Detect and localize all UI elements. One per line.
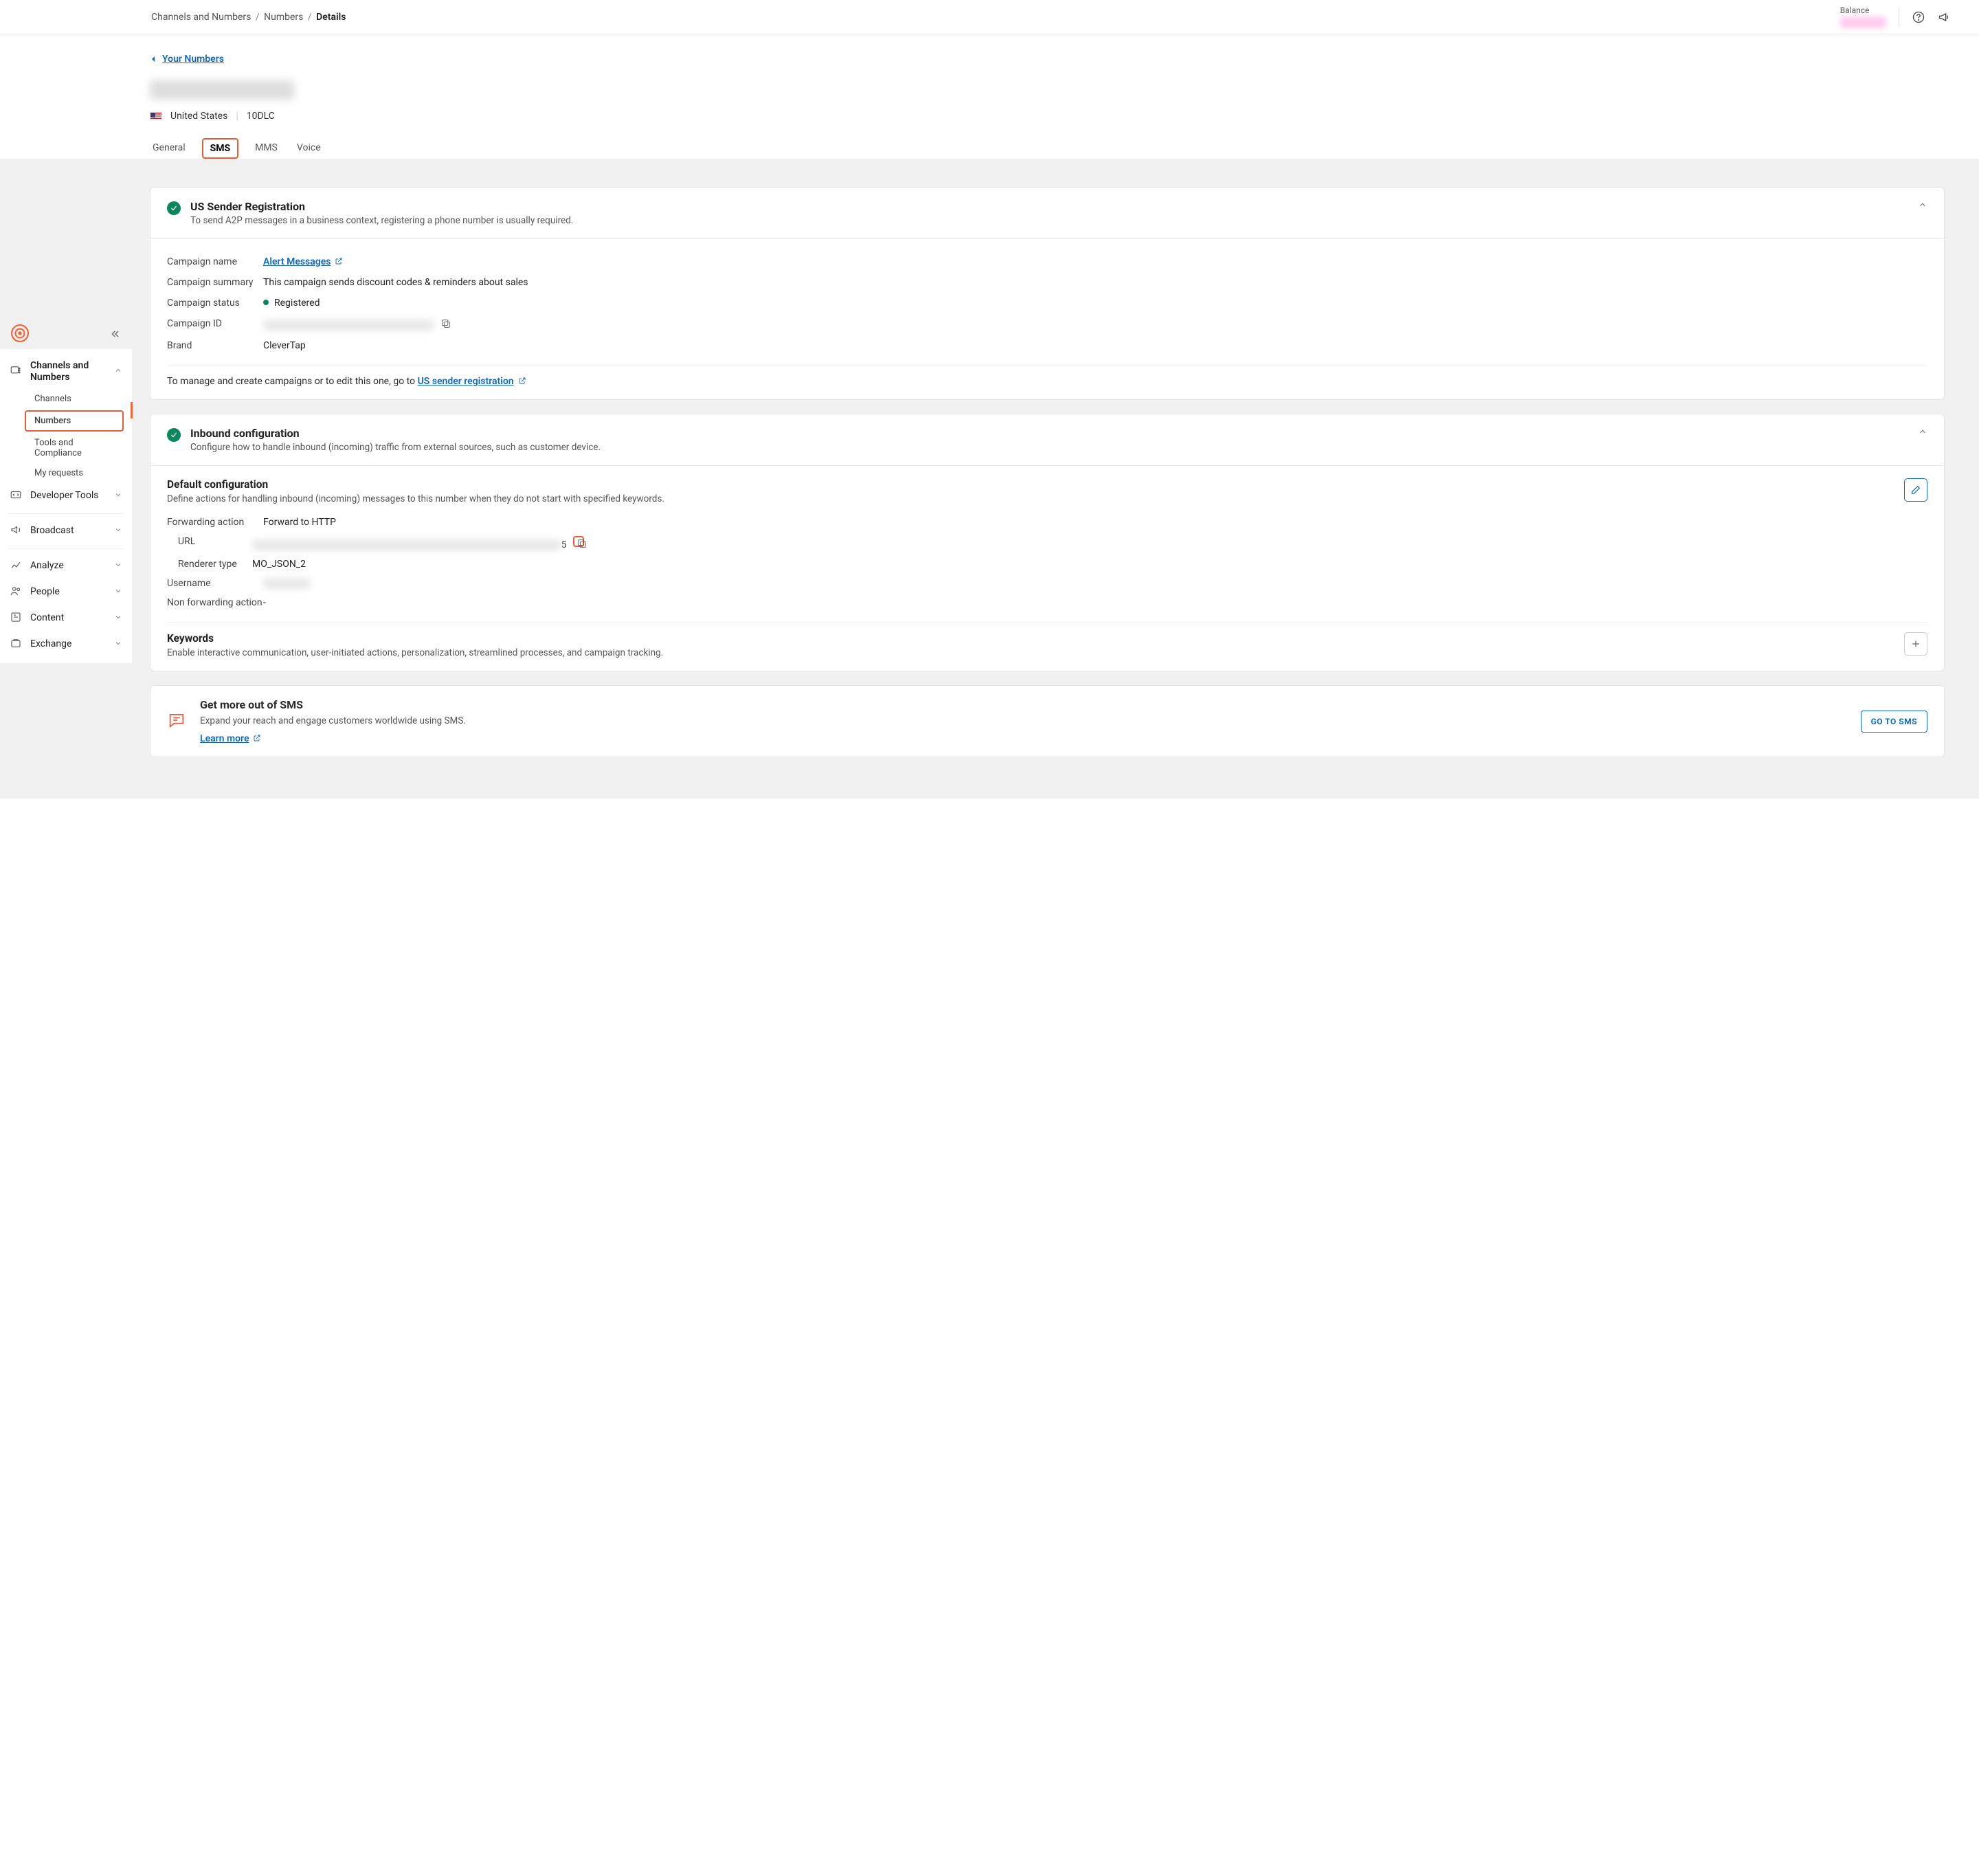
url-label: URL	[167, 536, 252, 550]
campaign-id-value: xxxxxxxxxxxxxxxxxxxxxxxxxxxxxxxxxx	[263, 320, 434, 331]
brand-label: Brand	[167, 340, 263, 351]
renderer-label: Renderer type	[167, 559, 252, 570]
breadcrumb: Channels and Numbers / Numbers / Details	[151, 12, 346, 23]
chevron-down-icon	[114, 526, 122, 537]
sidebar-item-label: Broadcast	[30, 525, 74, 537]
balance-widget: Balance xxxxx	[1840, 5, 1886, 28]
back-to-numbers-link[interactable]: Your Numbers	[150, 54, 224, 65]
external-link-icon	[253, 734, 261, 742]
tab-mms[interactable]: MMS	[252, 138, 280, 159]
nonfwd-value: -	[263, 597, 266, 608]
nonfwd-label: Non forwarding action	[167, 597, 263, 608]
country-label: United States	[170, 111, 227, 122]
sidebar-item-developer[interactable]: Developer Tools	[0, 483, 132, 509]
forwarding-value: Forward to HTTP	[263, 517, 336, 528]
learn-more-link[interactable]: Learn more	[200, 733, 249, 744]
us-flag-icon	[150, 112, 162, 120]
inbound-title: Inbound configuration	[190, 427, 601, 440]
tab-voice[interactable]: Voice	[294, 138, 324, 159]
url-value: xxxxxxxxxxxxxxxxxxxxxxxxxxxxxxxxxxxxxxxx…	[252, 539, 561, 550]
add-keyword-button[interactable]	[1904, 632, 1927, 656]
sidebar-sub-tools[interactable]: Tools and Compliance	[0, 433, 132, 463]
phone-number-title	[150, 80, 294, 100]
default-config-subtitle: Define actions for handling inbound (inc…	[167, 493, 664, 504]
sidebar-item-content[interactable]: Content	[0, 605, 132, 632]
chevron-down-icon	[114, 613, 122, 624]
campaign-status-value: Registered	[274, 298, 320, 309]
campaign-id-label: Campaign ID	[167, 318, 263, 331]
top-bar: Channels and Numbers / Numbers / Details…	[0, 0, 1979, 34]
tabs: General SMS MMS Voice	[150, 138, 775, 159]
chevron-up-icon	[114, 366, 122, 377]
sidebar-item-label: Analyze	[30, 560, 64, 572]
collapse-section-icon[interactable]	[1918, 427, 1927, 439]
promo-subtitle: Expand your reach and engage customers w…	[200, 715, 1847, 726]
inbound-card: Inbound configuration Configure how to h…	[150, 414, 1945, 671]
breadcrumb-details: Details	[316, 12, 346, 23]
campaign-name-label: Campaign name	[167, 256, 263, 267]
collapse-section-icon[interactable]	[1918, 200, 1927, 212]
external-link-icon	[335, 257, 343, 265]
sidebar-item-people[interactable]: People	[0, 579, 132, 605]
sidebar-sub-requests[interactable]: My requests	[0, 463, 132, 483]
sidebar-item-label: Exchange	[30, 638, 71, 650]
us-sender-registration-link[interactable]: US sender registration	[418, 376, 514, 387]
manage-campaigns-text: To manage and create campaigns or to edi…	[167, 376, 1927, 387]
announce-icon[interactable]	[1938, 10, 1952, 24]
renderer-value: MO_JSON_2	[252, 559, 306, 570]
sidebar-item-broadcast[interactable]: Broadcast	[0, 518, 132, 544]
promo-card: Get more out of SMS Expand your reach an…	[150, 685, 1945, 757]
check-icon	[167, 201, 181, 215]
go-to-sms-button[interactable]: GO TO SMS	[1861, 711, 1927, 733]
sidebar-item-channels-numbers[interactable]: Channels and Numbers	[0, 355, 132, 389]
copy-icon[interactable]	[440, 318, 451, 329]
promo-title: Get more out of SMS	[200, 698, 1847, 711]
keywords-subtitle: Enable interactive communication, user-i…	[167, 647, 663, 658]
campaign-status-label: Campaign status	[167, 298, 263, 309]
breadcrumb-numbers[interactable]: Numbers	[264, 12, 303, 23]
tab-sms[interactable]: SMS	[202, 138, 239, 159]
default-config-title: Default configuration	[167, 478, 664, 491]
sidebar-sub-numbers[interactable]: Numbers	[25, 410, 124, 432]
external-link-icon	[518, 377, 526, 385]
sidebar-item-exchange[interactable]: Exchange	[0, 632, 132, 658]
campaign-summary-value: This campaign sends discount codes & rem…	[263, 277, 528, 288]
sms-icon	[167, 711, 186, 733]
sidebar-item-label: Developer Tools	[30, 490, 99, 502]
forwarding-label: Forwarding action	[167, 517, 263, 528]
tab-general[interactable]: General	[150, 138, 188, 159]
username-value: xxxxxxxx	[263, 578, 310, 589]
sidebar-item-label: Channels and Numbers	[30, 360, 106, 383]
brand-value: CleverTap	[263, 340, 306, 351]
registration-card: US Sender Registration To send A2P messa…	[150, 187, 1945, 400]
copy-url-icon[interactable]	[573, 536, 584, 547]
campaign-name-link[interactable]: Alert Messages	[263, 256, 331, 267]
chevron-down-icon	[114, 491, 122, 502]
registration-subtitle: To send A2P messages in a business conte…	[190, 215, 573, 226]
chevron-down-icon	[114, 561, 122, 572]
brand-logo-icon[interactable]	[11, 324, 29, 342]
chevron-down-icon	[114, 587, 122, 598]
registration-title: US Sender Registration	[190, 200, 573, 213]
sidebar-item-analyze[interactable]: Analyze	[0, 553, 132, 579]
status-dot-icon	[263, 300, 269, 305]
help-icon[interactable]	[1912, 10, 1925, 24]
sidebar-item-label: Content	[30, 612, 64, 624]
number-type-label: 10DLC	[247, 111, 275, 122]
inbound-subtitle: Configure how to handle inbound (incomin…	[190, 442, 601, 453]
chevron-down-icon	[114, 639, 122, 650]
collapse-icon[interactable]	[110, 328, 121, 342]
campaign-summary-label: Campaign summary	[167, 277, 263, 288]
sidebar-sub-channels[interactable]: Channels	[0, 389, 132, 409]
sidebar: Channels and Numbers Channels Numbers To…	[0, 349, 132, 663]
breadcrumb-channels[interactable]: Channels and Numbers	[151, 12, 251, 23]
check-icon	[167, 428, 181, 442]
sidebar-item-label: People	[30, 586, 60, 598]
username-label: Username	[167, 578, 263, 589]
edit-button[interactable]	[1904, 478, 1927, 502]
balance-value: xxxxx	[1840, 16, 1886, 28]
balance-label: Balance	[1840, 5, 1870, 15]
keywords-title: Keywords	[167, 632, 663, 645]
